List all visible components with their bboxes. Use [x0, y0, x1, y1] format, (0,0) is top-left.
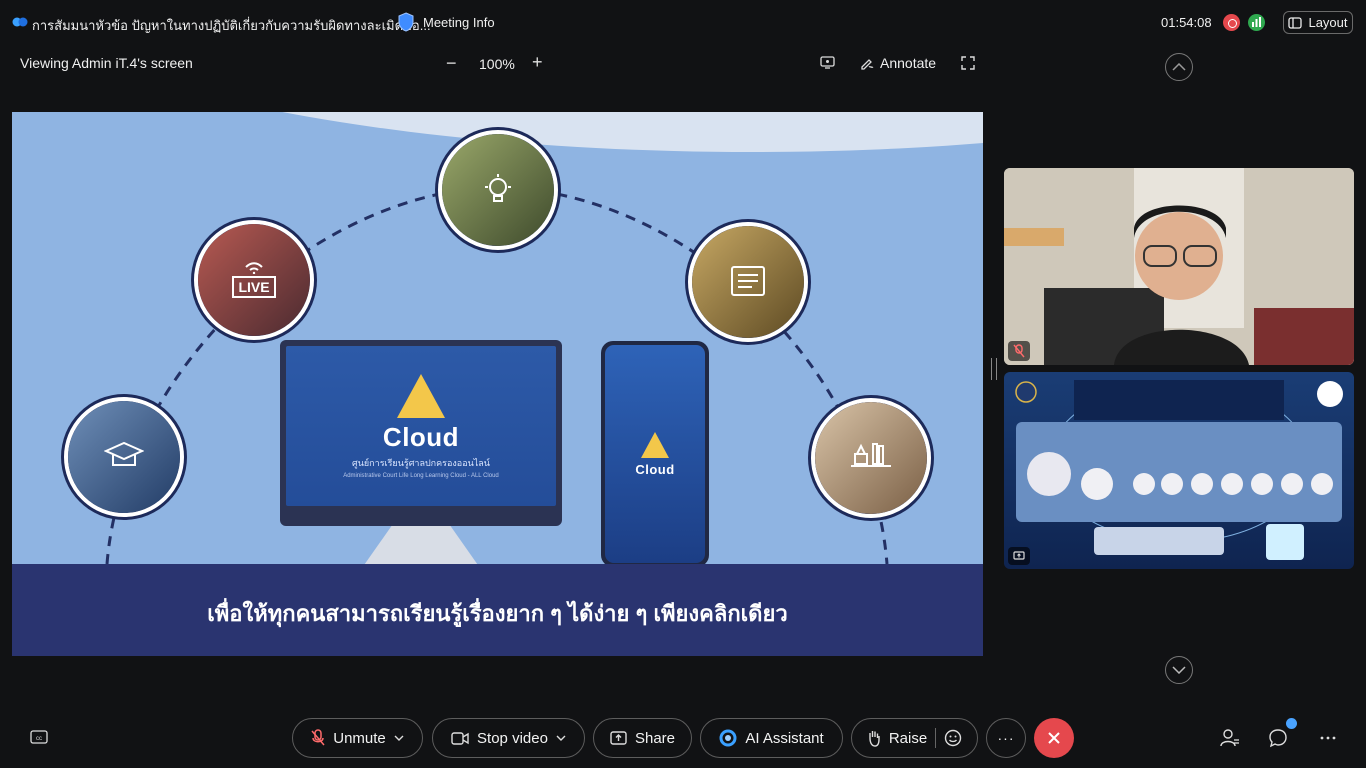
zoom-in-button[interactable]: + — [532, 52, 543, 73]
slide-caption: เพื่อให้ทุกคนสามารถเรียนรู้เรื่องยาก ๆ ไ… — [207, 601, 788, 626]
scroll-up-button[interactable] — [1165, 53, 1193, 81]
phone-illustration: Cloud — [601, 341, 709, 567]
screen-icon[interactable] — [820, 56, 835, 69]
unmute-button[interactable]: Unmute — [292, 718, 423, 758]
bookshelf-icon — [815, 402, 927, 514]
more-icon: ··· — [997, 730, 1015, 746]
shield-icon — [397, 12, 415, 32]
layout-icon — [1288, 16, 1303, 29]
title-bar: การสัมมนาหัวข้อ ปัญหาในทางปฏิบัติเกี่ยวก… — [0, 0, 1366, 44]
graduation-cap-icon — [68, 401, 180, 513]
hand-icon — [867, 729, 881, 747]
chevron-down-icon — [1172, 666, 1186, 674]
viewing-screen-label: Viewing Admin iT.4's screen — [20, 55, 193, 71]
ai-assistant-label: AI Assistant — [745, 729, 824, 747]
ai-assistant-button[interactable]: AI Assistant — [700, 718, 843, 758]
idea-bubble — [438, 130, 558, 250]
video-icon — [451, 731, 469, 745]
book-bubble — [688, 222, 808, 342]
zoom-out-button[interactable]: − — [446, 53, 457, 74]
divider — [935, 728, 937, 748]
shelf-bubble — [811, 398, 931, 518]
record-icon[interactable] — [1223, 14, 1240, 31]
chat-icon[interactable] — [1268, 728, 1288, 748]
layout-button[interactable]: Layout — [1283, 11, 1353, 34]
meeting-info-label: Meeting Info — [423, 14, 495, 30]
scroll-down-button[interactable] — [1165, 656, 1193, 684]
raise-label: Raise — [888, 729, 928, 747]
unmute-label: Unmute — [333, 729, 386, 747]
monitor-illustration: Cloud ศูนย์การเรียนรู้ศาลปกครองออนไลน์ A… — [280, 340, 562, 526]
participant-share-tile[interactable] — [1004, 372, 1354, 569]
raise-button[interactable]: Raise — [851, 718, 978, 758]
document-icon — [692, 226, 804, 338]
chevron-up-icon — [1172, 63, 1186, 71]
meeting-title: การสัมมนาหัวข้อ ปัญหาในทางปฏิบัติเกี่ยวก… — [32, 18, 431, 33]
share-icon — [610, 731, 627, 745]
chevron-down-icon — [394, 735, 404, 741]
live-label: LIVE — [232, 276, 276, 298]
cc-icon[interactable]: cc — [30, 730, 48, 744]
shared-poster-thumbnail — [1015, 380, 1343, 560]
chevron-down-icon — [556, 735, 566, 741]
participants-icon[interactable] — [1220, 728, 1240, 748]
share-badge — [1008, 547, 1030, 565]
cloud-logo-icon — [397, 373, 445, 418]
mic-muted-badge — [1008, 341, 1030, 361]
stop-video-button[interactable]: Stop video — [432, 718, 585, 758]
more-icon[interactable] — [1318, 728, 1338, 748]
participant-video — [1004, 168, 1354, 365]
share-button[interactable]: Share — [593, 718, 692, 758]
leave-meeting-button[interactable] — [1034, 718, 1074, 758]
participant-video-tile[interactable] — [1004, 168, 1354, 365]
webex-logo — [12, 15, 28, 29]
ai-icon — [719, 729, 737, 747]
meeting-info-button[interactable]: Meeting Info — [397, 12, 495, 32]
share-label: Share — [634, 729, 676, 747]
shared-screen: LIVE Cloud ศูนย์การเรียนรู้ศาลปกครองออนไ… — [12, 112, 983, 656]
monitor-cloud-word: Cloud — [382, 421, 460, 452]
more-options-button[interactable]: ··· — [986, 718, 1026, 758]
monitor-subtitle: ศูนย์การเรียนรู้ศาลปกครองออนไลน์ — [352, 457, 490, 468]
phone-logo-icon — [641, 431, 669, 458]
education-bubble — [64, 397, 184, 517]
layout-label: Layout — [1308, 15, 1348, 30]
zoom-level: 100% — [479, 56, 515, 72]
emoji-icon[interactable] — [944, 729, 962, 747]
meeting-clock: 01:54:08 — [1161, 15, 1212, 30]
annotate-icon — [860, 56, 874, 70]
stats-icon[interactable] — [1248, 14, 1265, 31]
live-bubble: LIVE — [194, 220, 314, 340]
chat-notification-badge — [1286, 718, 1297, 729]
close-icon — [1047, 731, 1061, 745]
lightbulb-icon — [442, 134, 554, 246]
fullscreen-icon[interactable] — [961, 56, 975, 70]
monitor-subtitle-en: Administrative Court Life Long Learning … — [343, 472, 499, 479]
svg-text:cc: cc — [36, 736, 42, 742]
phone-cloud-word: Cloud — [635, 461, 675, 477]
panel-resize-handle[interactable] — [991, 358, 997, 380]
mic-muted-icon — [311, 729, 325, 747]
annotate-label: Annotate — [880, 55, 937, 71]
wifi-icon — [244, 262, 264, 274]
stop-video-label: Stop video — [477, 729, 548, 747]
annotate-button[interactable]: Annotate — [860, 55, 936, 71]
